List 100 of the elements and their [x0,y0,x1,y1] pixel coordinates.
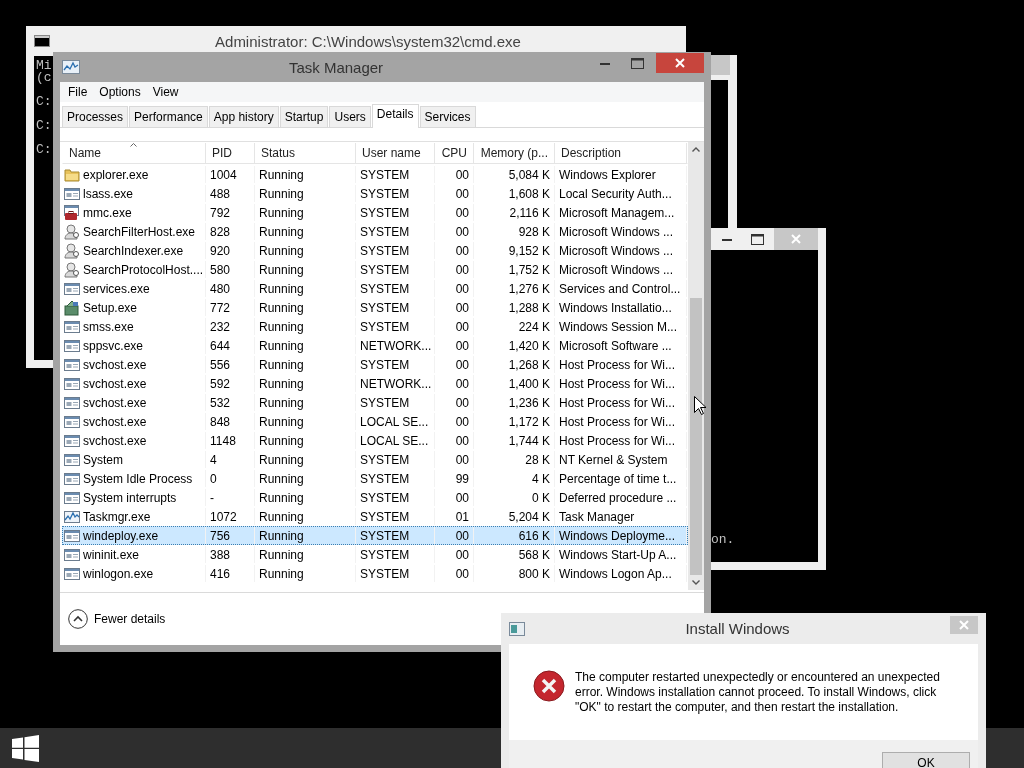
table-cell: Running [259,414,304,429]
window-icon [64,337,80,354]
table-cell: 532 [210,395,231,410]
table-cell: 1,172 K [508,414,550,429]
table-cell: Host Process for Wi... [559,357,676,372]
table-cell: Local Security Auth... [559,186,672,201]
column-header[interactable]: Status [255,143,356,163]
table-row[interactable]: SearchIndexer.exe 920 Running SYSTEM 00 9,152 K Microsoft Windows ... [62,241,688,260]
table-cell: 388 [210,547,231,562]
column-header[interactable]: Name [63,143,206,163]
table-row[interactable]: winlogon.exe 416 Running SYSTEM 00 800 K Windows Logon Ap... [62,564,688,583]
table-cell: Running [259,547,304,562]
table-cell: 1148 [210,433,236,448]
table-row[interactable]: SearchFilterHost.exe 828 Running SYSTEM 00 928 K Microsoft Windows ... [62,222,688,241]
table-cell: 00 [455,357,469,372]
console-text: Mi [36,60,52,72]
scrollbar[interactable] [688,142,704,590]
table-cell: Running [259,395,304,410]
column-header[interactable]: User name [356,143,435,163]
table-cell: NETWORK... [360,338,432,353]
table-row[interactable]: Setup.exe 772 Running SYSTEM 00 1,288 K Windows Installatio... [62,298,688,317]
table-cell: 232 [210,319,231,334]
ok-button[interactable]: OK [882,752,970,768]
close-icon[interactable] [675,58,685,68]
table-cell: SYSTEM [360,167,410,182]
table-row[interactable]: mmc.exe 792 Running SYSTEM 00 2,116 K Microsoft Managem... [62,203,688,222]
table-cell: Running [259,319,304,334]
table-cell: Running [259,243,304,258]
tab[interactable]: Performance [129,106,208,127]
table-row[interactable]: wininit.exe 388 Running SYSTEM 00 568 K Windows Start-Up A... [62,545,688,564]
table-cell: 00 [455,433,469,448]
maximize-icon[interactable] [750,233,764,245]
tab[interactable]: Startup [279,106,329,127]
table-row[interactable]: System Idle Process 0 Running SYSTEM 99 4 K Percentage of time t... [62,469,688,488]
menu-item[interactable]: Options [93,83,147,101]
table-row[interactable]: windeploy.exe 756 Running SYSTEM 00 616 K Windows Deployme... [62,526,688,545]
tab[interactable]: Users [329,106,371,127]
table-cell: mmc.exe [83,205,132,220]
table-cell: LOCAL SE... [360,433,429,448]
table-row[interactable]: svchost.exe 532 Running SYSTEM 00 1,236 K Host Process for Wi... [62,393,688,412]
table-row[interactable]: smss.exe 232 Running SYSTEM 00 224 K Windows Session M... [62,317,688,336]
window-icon [64,470,80,487]
minimize-icon[interactable] [722,237,732,241]
collapse-icon[interactable] [68,609,88,629]
table-row[interactable]: svchost.exe 592 Running NETWORK... 00 1,400 K Host Process for Wi... [62,374,688,393]
table-row[interactable]: lsass.exe 488 Running SYSTEM 00 1,608 K Local Security Auth... [62,184,688,203]
menu-item[interactable]: View [146,83,185,101]
table-row[interactable]: svchost.exe 848 Running LOCAL SE... 00 1,172 K Host Process for Wi... [62,412,688,431]
tab[interactable]: Details [371,104,419,128]
scroll-down-icon[interactable] [692,580,700,585]
table-cell: windeploy.exe [83,528,159,543]
tab[interactable]: Services [419,106,476,127]
scroll-up-icon[interactable] [692,147,700,152]
table-row[interactable]: Taskmgr.exe 1072 Running SYSTEM 01 5,204 K Task Manager [62,507,688,526]
table-cell: 1,268 K [508,357,550,372]
table-cell: Windows Explorer [559,167,656,182]
table-cell: Running [259,433,304,448]
table-cell: Host Process for Wi... [559,376,676,391]
window-icon [64,451,80,468]
table-cell: Running [259,300,304,315]
table-cell: Percentage of time t... [559,471,677,486]
tab[interactable]: Processes [62,106,129,127]
close-button[interactable] [656,53,704,73]
windows-logo-icon[interactable] [12,734,39,762]
table-row[interactable]: System 4 Running SYSTEM 00 28 K NT Kernel & System [62,450,688,469]
tab[interactable]: App history [208,106,279,127]
table-cell: SYSTEM [360,319,410,334]
column-header[interactable]: Memory (p... [474,143,555,163]
menu-item[interactable]: File [62,83,94,101]
toolbox-icon [64,204,80,221]
table-cell: services.exe [83,281,150,296]
table-row[interactable]: SearchProtocolHost.... 580 Running SYSTEM 00 1,752 K Microsoft Windows ... [62,260,688,279]
table-cell: 920 [210,243,231,258]
table-cell: Microsoft Software ... [559,338,672,353]
table-row[interactable]: explorer.exe 1004 Running SYSTEM 00 5,084 K Windows Explorer [62,165,688,184]
minimize-icon[interactable] [600,61,610,65]
column-header[interactable]: CPU [435,143,474,163]
error-icon [533,670,565,702]
table-cell: 616 K [518,528,550,543]
scroll-thumb[interactable] [690,298,702,575]
table-cell: svchost.exe [83,357,147,372]
column-header[interactable]: PID [206,143,255,163]
column-header[interactable]: Description [555,143,687,163]
maximize-icon[interactable] [630,57,644,69]
table-row[interactable]: System interrupts - Running SYSTEM 00 0 K Deferred procedure ... [62,488,688,507]
table-row[interactable]: svchost.exe 556 Running SYSTEM 00 1,268 K Host Process for Wi... [62,355,688,374]
table-cell: 1,400 K [508,376,550,391]
table-cell: System interrupts [83,490,177,505]
table-cell: 848 [210,414,231,429]
table-cell: 928 K [518,224,550,239]
table-cell: 756 [210,528,231,543]
table-row[interactable]: svchost.exe 1148 Running LOCAL SE... 00 1,744 K Host Process for Wi... [62,431,688,450]
table-cell: SearchIndexer.exe [83,243,184,258]
console-text: on. [711,533,735,546]
table-cell: 01 [455,509,469,524]
table-cell: Setup.exe [83,300,138,315]
fewer-details-link[interactable]: Fewer details [94,612,166,626]
table-cell: Running [259,167,304,182]
table-row[interactable]: services.exe 480 Running SYSTEM 00 1,276 K Services and Control... [62,279,688,298]
table-row[interactable]: sppsvc.exe 644 Running NETWORK... 00 1,420 K Microsoft Software ... [62,336,688,355]
